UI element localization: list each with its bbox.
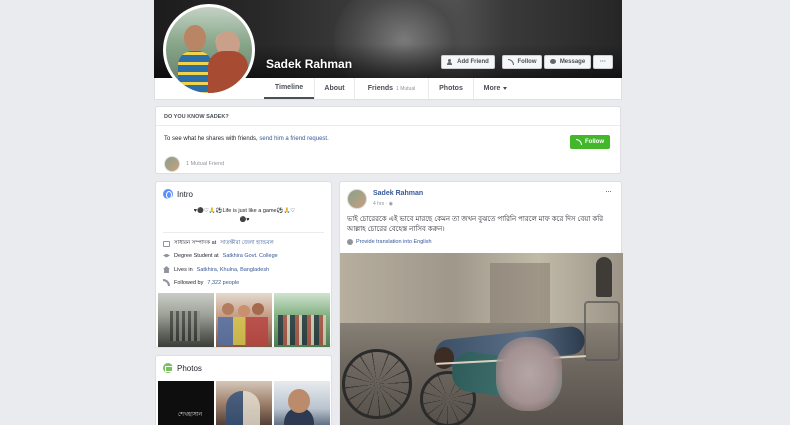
post-text: ভাই চোরেরকে এই ভাবে মারছে কেমন তা জখন বু… bbox=[347, 216, 604, 233]
follow-icon bbox=[507, 59, 515, 65]
graduation-cap-icon bbox=[163, 253, 170, 258]
mutual-friend-avatar[interactable] bbox=[164, 156, 180, 172]
follow-button[interactable]: Follow bbox=[502, 55, 542, 69]
photos-card: Photos শেখহাসান bbox=[155, 355, 332, 425]
do-you-know-title: DO YOU KNOW SADEK? bbox=[164, 114, 229, 120]
follow-green-button[interactable]: Follow bbox=[570, 135, 610, 149]
more-options-button[interactable]: ··· bbox=[593, 55, 613, 69]
photos-title[interactable]: Photos bbox=[163, 363, 202, 373]
mutual-friend-count[interactable]: 1 Mutual Friend bbox=[186, 161, 224, 167]
chevron-down-icon bbox=[503, 87, 508, 90]
featured-photo[interactable] bbox=[216, 293, 272, 347]
intro-followers: Followed by 7,322 people bbox=[163, 279, 239, 286]
profile-name[interactable]: Sadek Rahman bbox=[266, 57, 352, 71]
rss-icon bbox=[163, 279, 170, 286]
intro-title: Intro bbox=[163, 189, 193, 199]
photo-thumbnail[interactable]: শেখহাসান bbox=[158, 381, 214, 425]
post-timestamp[interactable]: 4 hrs · ◉ bbox=[373, 201, 393, 207]
timeline-post: Sadek Rahman 4 hrs · ◉ ··· ভাই চোরেরকে এ… bbox=[339, 181, 623, 425]
post-author-avatar[interactable] bbox=[347, 189, 367, 209]
profile-picture[interactable] bbox=[163, 4, 255, 96]
follow-icon bbox=[576, 139, 583, 145]
do-you-know-card: DO YOU KNOW SADEK? To see what he shares… bbox=[155, 106, 621, 174]
intro-card: Intro ♥⚫♡🙏⚽Life is just like a game⚽🙏♡ ⚫… bbox=[155, 181, 332, 348]
post-image[interactable] bbox=[340, 253, 623, 425]
globe-icon bbox=[163, 189, 173, 199]
featured-photo[interactable] bbox=[274, 293, 330, 347]
photo-thumbnail[interactable] bbox=[274, 381, 330, 425]
home-icon bbox=[163, 266, 170, 273]
photos-icon bbox=[163, 363, 173, 373]
tab-friends[interactable]: Friends 1 Mutual bbox=[354, 78, 428, 99]
tab-about[interactable]: About bbox=[314, 78, 354, 99]
tab-timeline[interactable]: Timeline bbox=[264, 78, 314, 99]
messenger-icon bbox=[549, 59, 557, 65]
add-friend-button[interactable]: Add Friend bbox=[441, 55, 495, 69]
friend-request-prompt: To see what he shares with friends, send… bbox=[164, 136, 329, 142]
add-friend-icon bbox=[447, 59, 454, 65]
translate-link[interactable]: Provide translation into English bbox=[347, 239, 432, 245]
tab-photos[interactable]: Photos bbox=[428, 78, 473, 99]
intro-work: সাধারন সম্পাদক at সাতক্ষীরা জেলা হ্যান্ড… bbox=[163, 240, 274, 248]
post-author[interactable]: Sadek Rahman bbox=[373, 190, 423, 197]
tab-more[interactable]: More bbox=[473, 78, 517, 99]
intro-education: Degree Student at Satkhira Govt. College bbox=[163, 253, 278, 259]
divider bbox=[163, 232, 324, 233]
message-button[interactable]: Message bbox=[544, 55, 591, 69]
translate-icon bbox=[347, 239, 353, 245]
divider bbox=[156, 125, 620, 126]
featured-photo[interactable] bbox=[158, 293, 214, 347]
intro-location: Lives in Satkhira, Khulna, Bangladesh bbox=[163, 266, 269, 273]
send-friend-request-link[interactable]: send him a friend request. bbox=[259, 136, 328, 142]
post-options-button[interactable]: ··· bbox=[605, 186, 612, 196]
globe-icon: ◉ bbox=[388, 201, 393, 207]
photo-thumbnail[interactable] bbox=[216, 381, 272, 425]
briefcase-icon bbox=[163, 241, 170, 247]
blurred-region bbox=[496, 337, 562, 411]
bio-text: ♥⚫♡🙏⚽Life is just like a game⚽🙏♡ ⚫♥ bbox=[193, 208, 296, 223]
